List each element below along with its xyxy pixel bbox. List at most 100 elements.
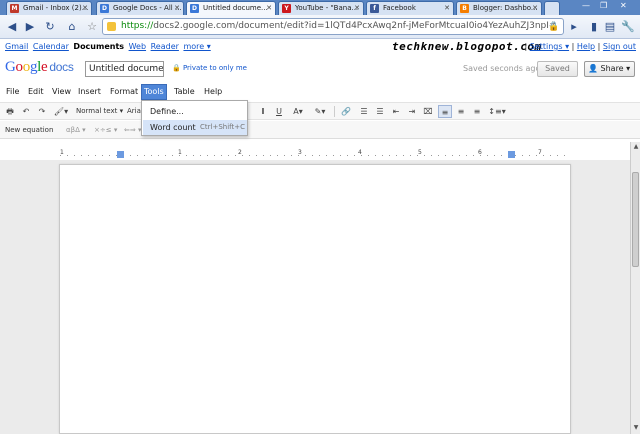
home-icon[interactable]: ⌂ bbox=[64, 19, 80, 35]
gbar-link-web[interactable]: Web bbox=[129, 42, 146, 51]
arrows-select[interactable]: ⇐⇒ ▾ bbox=[124, 121, 141, 139]
docs-favicon-icon: D bbox=[100, 4, 109, 13]
right-indent-marker[interactable] bbox=[508, 151, 515, 158]
ruler-number: 3 bbox=[298, 149, 302, 156]
print-icon[interactable]: 🖶 bbox=[4, 105, 16, 118]
browser-tab-youtube[interactable]: Y YouTube - "Bana... ✕ bbox=[278, 1, 364, 15]
menu-bar: File Edit View Insert Format Tools Table… bbox=[0, 84, 640, 100]
browser-nav-bar: ◀ ▶ ↻ ⌂ ☆ https://docs2.google.com/docum… bbox=[0, 15, 640, 39]
close-tab-icon[interactable]: ✕ bbox=[174, 2, 180, 14]
close-tab-icon[interactable]: ✕ bbox=[444, 2, 450, 14]
ruler-number: 1 bbox=[178, 149, 182, 156]
menu-table[interactable]: Table bbox=[172, 84, 197, 100]
document-page[interactable] bbox=[59, 164, 571, 434]
text-color-icon[interactable]: A▾ bbox=[290, 105, 306, 118]
link-icon[interactable]: 🔗 bbox=[340, 105, 352, 118]
close-tab-icon[interactable]: ✕ bbox=[266, 2, 272, 14]
bulleted-list-icon[interactable]: ☰ bbox=[374, 105, 386, 118]
sign-out-link[interactable]: Sign out bbox=[603, 42, 636, 51]
privacy-label: Private to only me bbox=[182, 64, 247, 72]
menu-item-word-count[interactable]: Word count Ctrl+Shift+C bbox=[143, 120, 247, 135]
ruler-number: 4 bbox=[358, 149, 362, 156]
menu-view[interactable]: View bbox=[50, 84, 73, 100]
align-center-icon[interactable]: ≡ bbox=[455, 105, 467, 118]
menu-tools[interactable]: Tools bbox=[141, 84, 167, 100]
back-icon[interactable]: ◀ bbox=[4, 19, 20, 35]
menu-format[interactable]: Format bbox=[108, 84, 140, 100]
browser-tab-google-docs[interactable]: D Google Docs - All ... ✕ bbox=[96, 1, 184, 15]
browser-tab-gmail[interactable]: M Gmail - Inbox (2)... ✕ bbox=[6, 1, 92, 15]
page-menu-icon[interactable]: ▤ bbox=[602, 19, 618, 35]
tab-label: Facebook bbox=[383, 4, 416, 12]
menu-file[interactable]: File bbox=[4, 84, 21, 100]
operators-select[interactable]: ×÷≤ ▾ bbox=[94, 121, 117, 139]
go-icon[interactable]: ▸ bbox=[566, 19, 582, 35]
new-tab-button[interactable] bbox=[544, 1, 560, 15]
maximize-icon[interactable]: ❐ bbox=[600, 0, 607, 12]
scroll-down-icon[interactable]: ▼ bbox=[632, 424, 640, 432]
style-select[interactable]: Normal text ▾ bbox=[76, 105, 123, 118]
menu-edit[interactable]: Edit bbox=[26, 84, 46, 100]
minimize-icon[interactable]: — bbox=[582, 0, 590, 12]
menu-help[interactable]: Help bbox=[202, 84, 224, 100]
align-left-icon[interactable]: ≡ bbox=[438, 105, 452, 118]
settings-link[interactable]: Settings ▾ bbox=[530, 42, 569, 51]
help-link[interactable]: Help bbox=[577, 42, 595, 51]
gbar-link-documents[interactable]: Documents bbox=[73, 42, 124, 51]
close-tab-icon[interactable]: ✕ bbox=[354, 2, 360, 14]
highlight-icon[interactable]: ✎▾ bbox=[312, 105, 328, 118]
scroll-up-icon[interactable]: ▲ bbox=[632, 143, 640, 151]
vertical-scrollbar[interactable]: ▲ ▼ bbox=[630, 142, 640, 434]
greek-letters-select[interactable]: αβΔ ▾ bbox=[66, 121, 86, 139]
close-tab-icon[interactable]: ✕ bbox=[532, 2, 538, 14]
blog-watermark: techknew.blogopot.com bbox=[392, 40, 542, 53]
gbar-link-more[interactable]: more ▾ bbox=[183, 42, 210, 51]
browser-tab-blogger[interactable]: B Blogger: Dashbo... ✕ bbox=[456, 1, 542, 15]
scrollbar-thumb[interactable] bbox=[632, 172, 639, 267]
browser-tab-facebook[interactable]: f Facebook ✕ bbox=[366, 1, 454, 15]
gbar-link-gmail[interactable]: Gmail bbox=[5, 42, 28, 51]
extension-icon[interactable]: ▮ bbox=[586, 19, 602, 35]
gbar-link-reader[interactable]: Reader bbox=[151, 42, 179, 51]
gbar-right: | Settings ▾ | Help | Sign out bbox=[524, 42, 636, 51]
document-canvas bbox=[0, 160, 630, 434]
google-docs-logo[interactable]: Google docs bbox=[5, 59, 74, 76]
align-right-icon[interactable]: ≡ bbox=[471, 105, 483, 118]
address-bar[interactable]: https://docs2.google.com/document/edit?i… bbox=[102, 18, 564, 35]
reload-icon[interactable]: ↻ bbox=[42, 19, 58, 35]
padlock-icon[interactable]: 🔒 bbox=[546, 19, 562, 35]
close-tab-icon[interactable]: ✕ bbox=[82, 2, 88, 14]
gbar-link-calendar[interactable]: Calendar bbox=[33, 42, 69, 51]
bookmark-star-icon[interactable]: ☆ bbox=[84, 19, 100, 35]
clear-format-icon[interactable]: ⌧ bbox=[422, 105, 434, 118]
close-window-icon[interactable]: ✕ bbox=[620, 0, 627, 12]
line-spacing-icon[interactable]: ↕≡▾ bbox=[487, 105, 507, 118]
decrease-indent-icon[interactable]: ⇤ bbox=[390, 105, 402, 118]
left-indent-marker[interactable] bbox=[117, 151, 124, 158]
menu-item-define[interactable]: Define... bbox=[143, 104, 247, 119]
increase-indent-icon[interactable]: ⇥ bbox=[406, 105, 418, 118]
youtube-favicon-icon: Y bbox=[282, 4, 291, 13]
new-equation-button[interactable]: New equation bbox=[5, 121, 53, 139]
privacy-status[interactable]: 🔒 Private to only me bbox=[172, 64, 247, 72]
menu-insert[interactable]: Insert bbox=[76, 84, 103, 100]
bold-icon[interactable]: I bbox=[258, 105, 268, 118]
forward-icon[interactable]: ▶ bbox=[22, 19, 38, 35]
document-title-field[interactable]: Untitled document bbox=[85, 61, 164, 77]
undo-icon[interactable]: ↶ bbox=[20, 105, 32, 118]
underline-icon[interactable]: U bbox=[274, 105, 284, 118]
equation-toolbar: New equation αβΔ ▾ ×÷≤ ▾ ⇐⇒ ▾ bbox=[0, 121, 640, 139]
ruler-number: 7 bbox=[538, 149, 542, 156]
share-button[interactable]: 👤 Share ▾ bbox=[584, 61, 635, 77]
browser-tab-untitled-document[interactable]: D Untitled docume... ✕ bbox=[186, 1, 276, 15]
font-select[interactable]: Aria bbox=[127, 105, 141, 118]
tab-label: Untitled docume... bbox=[203, 4, 268, 12]
numbered-list-icon[interactable]: ☰ bbox=[358, 105, 370, 118]
wrench-icon[interactable]: 🔧 bbox=[620, 19, 636, 35]
logo-docs-text: docs bbox=[49, 60, 74, 74]
redo-icon[interactable]: ↷ bbox=[36, 105, 48, 118]
paint-format-icon[interactable]: 🖌▾ bbox=[52, 105, 70, 118]
saved-button[interactable]: Saved bbox=[537, 61, 578, 77]
tab-label: Google Docs - All ... bbox=[113, 4, 182, 12]
lock-icon: 🔒 bbox=[172, 64, 181, 72]
